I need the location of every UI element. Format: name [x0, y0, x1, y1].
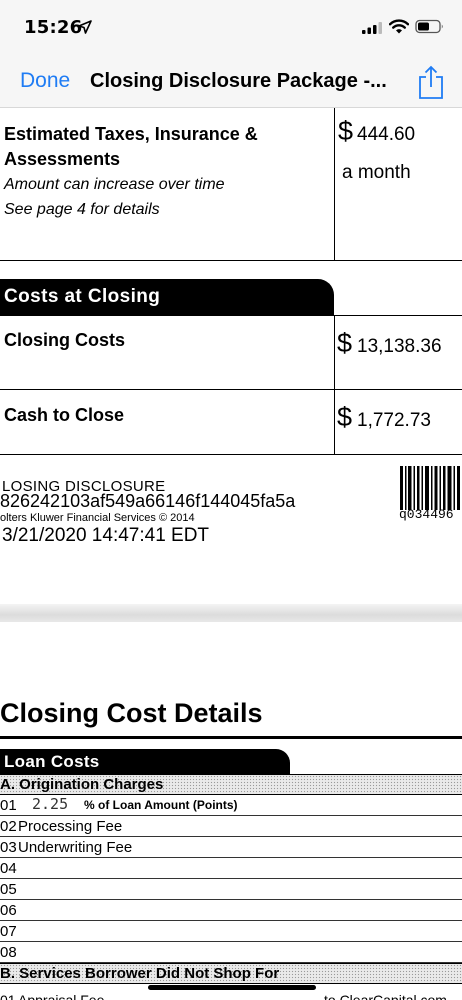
row-number: 03 [0, 839, 17, 856]
row-number: 02 [0, 818, 17, 835]
column-divider [334, 108, 335, 261]
battery-icon [415, 19, 443, 34]
row-text: Processing Fee [18, 818, 123, 835]
table-row: 08 [0, 942, 462, 963]
cash-to-close-dollar-sign: $ [337, 402, 353, 432]
points-value: 2.25 [32, 795, 69, 813]
row-payee: to ClearCapital.com [324, 992, 447, 1000]
page-separator [0, 604, 462, 622]
done-button[interactable]: Done [20, 69, 70, 93]
share-icon[interactable] [418, 64, 444, 100]
row-text: Appraisal Fee [18, 992, 105, 1000]
table-row: 05 [0, 879, 462, 900]
table-row: 01 2.25 % of Loan Amount (Points) [0, 795, 462, 816]
table-row: 06 [0, 900, 462, 921]
table-row: 04 [0, 858, 462, 879]
table-row: 03 Underwriting Fee [0, 837, 462, 858]
divider [0, 389, 462, 390]
row-number: 04 [0, 860, 17, 877]
document-title: Closing Disclosure Package -... [90, 70, 387, 92]
cash-to-close-label: Cash to Close [4, 405, 125, 425]
column-divider [334, 315, 335, 455]
wifi-icon [389, 19, 409, 34]
table-row: 01 Appraisal Fee to ClearCapital.com [0, 992, 462, 1000]
closing-costs-label: Closing Costs [4, 330, 126, 350]
table-row: 07 [0, 921, 462, 942]
section-b-label: B. Services Borrower Did Not Shop For [0, 965, 280, 982]
divider [0, 315, 462, 316]
cash-to-close-amount: 1,772.73 [357, 410, 431, 431]
document-date: 3/21/2020 14:47:41 EDT [2, 525, 210, 546]
home-indicator[interactable] [148, 985, 316, 990]
section-a-header: A. Origination Charges [0, 774, 462, 795]
row-number: 01 [0, 992, 16, 1000]
row-text: Underwriting Fee [18, 839, 133, 856]
divider [0, 454, 462, 455]
taxes-amount: 444.60 [357, 124, 416, 145]
costs-at-closing-header: Costs at Closing [0, 279, 334, 315]
taxes-page-ref: See page 4 for details [4, 201, 160, 218]
document-hash: 826242103af549a66146f144045fa5a [0, 491, 296, 511]
document-viewer[interactable]: Estimated Taxes, Insurance & Assessments… [0, 108, 462, 1000]
taxes-period: a month [342, 162, 411, 183]
cellular-signal-icon [362, 22, 382, 34]
taxes-title: Estimated Taxes, Insurance & Assessments [4, 124, 258, 169]
taxes-note: Amount can increase over time [4, 176, 225, 193]
points-label: % of Loan Amount (Points) [84, 798, 238, 812]
status-time: 15:26 [24, 17, 83, 38]
barcode-code: q034496 [399, 507, 454, 522]
closing-costs-amount: 13,138.36 [357, 336, 442, 357]
row-number: 06 [0, 902, 17, 919]
divider [0, 260, 462, 261]
costs-at-closing-label: Costs at Closing [4, 286, 161, 307]
barcode-image [400, 466, 460, 510]
location-arrow-icon [78, 20, 92, 34]
closing-costs-dollar-sign: $ [337, 328, 353, 358]
loan-costs-header: Loan Costs [0, 749, 290, 774]
row-number: 07 [0, 923, 17, 940]
divider [0, 736, 462, 739]
table-row: 02 Processing Fee [0, 816, 462, 837]
row-number: 08 [0, 944, 17, 961]
closing-cost-details-title: Closing Cost Details [0, 698, 263, 728]
row-number: 05 [0, 881, 17, 898]
section-a-label: A. Origination Charges [0, 776, 164, 793]
loan-costs-label: Loan Costs [4, 752, 100, 771]
company-credit: olters Kluwer Financial Services © 2014 [0, 512, 195, 524]
row-number: 01 [0, 797, 17, 814]
section-b-header: B. Services Borrower Did Not Shop For [0, 963, 462, 984]
status-bar: 15:26 [0, 0, 462, 56]
navigation-bar: Done Closing Disclosure Package -... [0, 56, 462, 108]
taxes-dollar-sign: $ [338, 116, 354, 146]
